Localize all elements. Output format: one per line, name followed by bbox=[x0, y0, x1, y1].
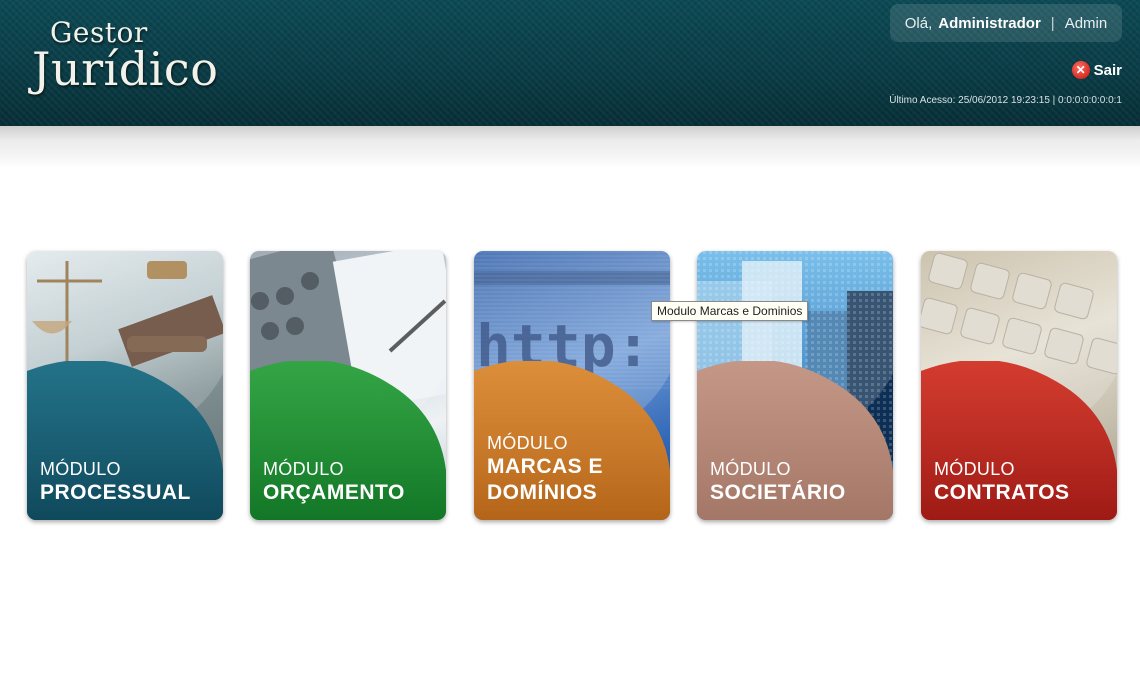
logout-label: Sair bbox=[1093, 61, 1122, 79]
module-card-orcamento[interactable]: MÓDULO ORÇAMENTO bbox=[250, 251, 446, 520]
module-label: MÓDULO CONTRATOS bbox=[934, 459, 1070, 506]
module-card-processual[interactable]: MÓDULO PROCESSUAL bbox=[27, 251, 223, 520]
last-access-info: Último Acesso: 25/06/2012 19:23:15 | 0:0… bbox=[889, 95, 1122, 106]
tooltip: Modulo Marcas e Dominios bbox=[651, 301, 809, 321]
module-card-societario[interactable]: MÓDULO SOCIETÁRIO bbox=[697, 251, 893, 520]
logout-button[interactable]: ✕ Sair bbox=[1071, 61, 1122, 79]
module-name-line1: MARCAS E bbox=[487, 455, 604, 478]
separator: | bbox=[1050, 14, 1055, 32]
module-label: MÓDULO ORÇAMENTO bbox=[263, 459, 405, 506]
module-label: MÓDULO PROCESSUAL bbox=[40, 459, 191, 506]
module-prefix: MÓDULO bbox=[40, 459, 121, 479]
module-card-contratos[interactable]: MÓDULO CONTRATOS bbox=[921, 251, 1117, 520]
logo-line2: Jurídico bbox=[32, 42, 219, 96]
module-name: CONTRATOS bbox=[934, 481, 1070, 504]
user-panel: Olá, Administrador | Admin bbox=[890, 4, 1122, 42]
module-card-marcas-dominios[interactable]: http: MÓDULO MARCAS E DOMÍNIOS bbox=[474, 251, 670, 520]
module-label: MÓDULO MARCAS E DOMÍNIOS bbox=[487, 433, 603, 506]
greeting: Olá, bbox=[904, 14, 933, 32]
module-label: MÓDULO SOCIETÁRIO bbox=[710, 459, 846, 506]
module-prefix: MÓDULO bbox=[487, 433, 568, 453]
sub-toolbar bbox=[0, 126, 1140, 168]
module-name: PROCESSUAL bbox=[40, 481, 191, 504]
module-name: SOCIETÁRIO bbox=[710, 481, 846, 504]
header-bar: Gestor Jurídico Olá, Administrador | Adm… bbox=[0, 0, 1140, 126]
close-circle-icon: ✕ bbox=[1071, 61, 1090, 79]
module-prefix: MÓDULO bbox=[934, 459, 1015, 479]
module-prefix: MÓDULO bbox=[263, 459, 344, 479]
module-prefix: MÓDULO bbox=[710, 459, 791, 479]
module-name-line2: DOMÍNIOS bbox=[487, 481, 598, 504]
module-name: ORÇAMENTO bbox=[263, 481, 405, 504]
admin-link[interactable]: Admin bbox=[1065, 15, 1108, 32]
user-name: Administrador bbox=[938, 14, 1041, 32]
